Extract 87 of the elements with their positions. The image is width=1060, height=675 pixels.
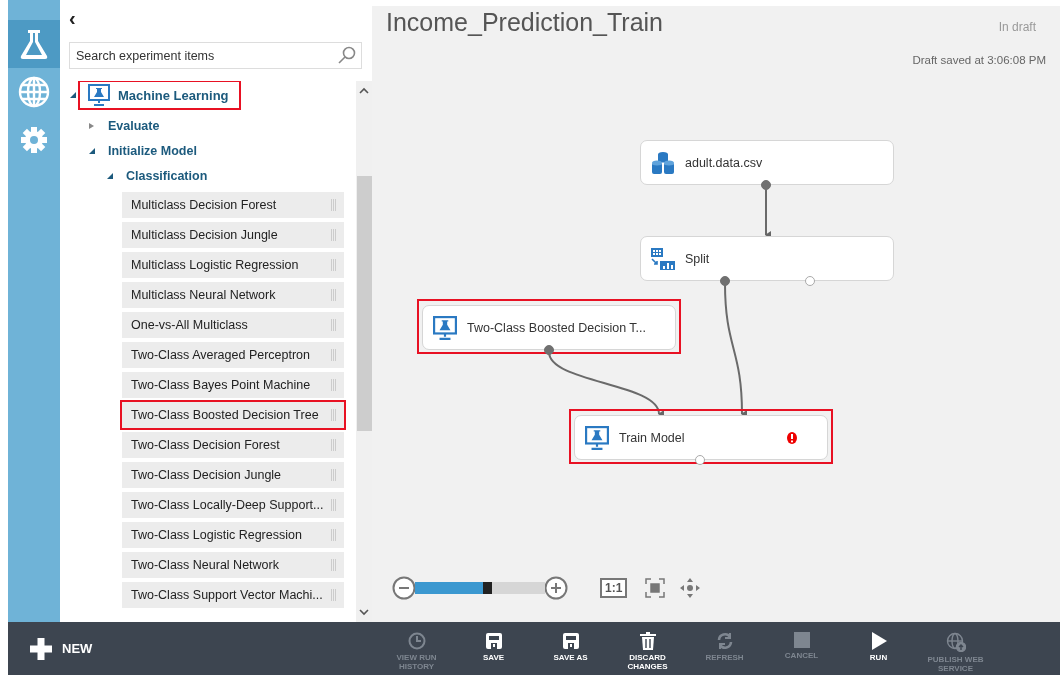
output-port[interactable] bbox=[761, 180, 771, 190]
drag-grip-icon bbox=[331, 469, 336, 481]
toolbar-button[interactable]: DISCARD CHANGES bbox=[609, 622, 686, 675]
drag-grip-icon bbox=[331, 199, 336, 211]
module-item[interactable]: Two-Class Bayes Point Machine bbox=[122, 372, 344, 398]
drag-grip-icon bbox=[331, 319, 336, 331]
zoom-in-button[interactable] bbox=[544, 576, 568, 600]
saved-time: Draft saved at 3:06:08 PM bbox=[912, 54, 1046, 66]
flask-icon bbox=[19, 28, 49, 60]
node-label: Train Model bbox=[619, 430, 685, 445]
module-item[interactable]: Two-Class Decision Jungle bbox=[122, 462, 344, 488]
globe-icon bbox=[18, 76, 50, 108]
drag-grip-icon bbox=[331, 589, 336, 601]
module-node[interactable]: adult.data.csv bbox=[640, 140, 894, 185]
expand-arrow-icon[interactable] bbox=[70, 92, 76, 98]
category-label[interactable]: Evaluate bbox=[108, 118, 160, 133]
node-label: Two-Class Boosted Decision T... bbox=[467, 320, 646, 335]
drag-grip-icon bbox=[331, 529, 336, 541]
output-port[interactable] bbox=[544, 345, 554, 355]
category-label[interactable]: Classification bbox=[126, 168, 208, 183]
scroll-down-icon[interactable] bbox=[359, 609, 369, 616]
drag-grip-icon bbox=[331, 259, 336, 271]
new-button[interactable]: NEW bbox=[8, 637, 378, 660]
experiment-title: Income_Prediction_Train bbox=[386, 8, 663, 37]
module-item[interactable]: Two-Class Decision Forest bbox=[122, 432, 344, 458]
toolbar-button[interactable]: RUN bbox=[840, 622, 917, 675]
module-item[interactable]: Multiclass Decision Forest bbox=[122, 192, 344, 218]
clock-icon bbox=[407, 632, 426, 650]
monitor-flask-icon bbox=[433, 315, 457, 340]
scroll-up-icon[interactable] bbox=[359, 87, 369, 94]
zoom-slider[interactable] bbox=[415, 582, 545, 594]
node-label: Split bbox=[685, 251, 710, 266]
nav-item[interactable] bbox=[8, 20, 60, 68]
scrollbar[interactable] bbox=[356, 81, 372, 622]
expand-arrow-icon[interactable] bbox=[89, 122, 95, 129]
drag-grip-icon bbox=[331, 289, 336, 301]
module-item[interactable]: Multiclass Neural Network bbox=[122, 282, 344, 308]
module-item[interactable]: Two-Class Neural Network bbox=[122, 552, 344, 578]
split-grid-icon bbox=[651, 247, 675, 270]
output-port[interactable] bbox=[720, 276, 730, 286]
globe-upload-icon bbox=[945, 632, 966, 652]
zoom-thumb[interactable] bbox=[482, 582, 492, 594]
drag-grip-icon bbox=[331, 349, 336, 361]
scroll-thumb[interactable] bbox=[356, 176, 372, 431]
drag-grip-icon bbox=[331, 499, 336, 511]
pan-icon[interactable] bbox=[680, 578, 701, 598]
category-label[interactable]: Initialize Model bbox=[108, 143, 197, 158]
play-icon bbox=[870, 632, 887, 650]
plus-icon bbox=[30, 637, 52, 660]
node-label: adult.data.csv bbox=[685, 155, 763, 170]
module-item[interactable]: Two-Class Logistic Regression bbox=[122, 522, 344, 548]
output-port[interactable] bbox=[695, 455, 705, 465]
stop-icon bbox=[793, 632, 810, 648]
monitor-flask-icon bbox=[585, 425, 609, 450]
module-item[interactable]: Multiclass Logistic Regression bbox=[122, 252, 344, 278]
collapse-button[interactable]: ‹ bbox=[69, 8, 76, 28]
module-item[interactable]: Multiclass Decision Jungle bbox=[122, 222, 344, 248]
drag-grip-icon bbox=[331, 229, 336, 241]
expand-arrow-icon[interactable] bbox=[107, 172, 113, 179]
module-node[interactable]: Split bbox=[640, 236, 894, 281]
drag-grip-icon bbox=[331, 439, 336, 451]
drag-grip-icon bbox=[331, 409, 336, 421]
search-field[interactable]: Search experiment items bbox=[69, 42, 362, 69]
toolbar-button[interactable]: SAVE AS bbox=[532, 622, 609, 675]
expand-arrow-icon[interactable] bbox=[89, 147, 95, 154]
trash-icon bbox=[639, 632, 656, 650]
drag-grip-icon bbox=[331, 559, 336, 571]
module-item[interactable]: One-vs-All Multiclass bbox=[122, 312, 344, 338]
drag-grip-icon bbox=[331, 379, 336, 391]
save-icon bbox=[561, 632, 580, 650]
category-label[interactable]: Machine Learning bbox=[118, 87, 229, 103]
database-icon bbox=[651, 150, 675, 175]
module-item[interactable]: Two-Class Locally-Deep Support... bbox=[122, 492, 344, 518]
actual-size-button[interactable]: 1:1 bbox=[600, 578, 628, 598]
toolbar-button[interactable]: SAVE bbox=[455, 622, 532, 675]
module-node[interactable]: Two-Class Boosted Decision T... bbox=[422, 305, 676, 350]
fit-screen-icon[interactable] bbox=[645, 578, 666, 598]
monitor-flask-icon bbox=[88, 84, 110, 106]
module-node[interactable]: Train Model bbox=[574, 415, 828, 460]
module-item[interactable]: Two-Class Averaged Perceptron bbox=[122, 342, 344, 368]
refresh-icon bbox=[715, 632, 734, 650]
module-item[interactable]: Two-Class Support Vector Machi... bbox=[122, 582, 344, 608]
draft-status: In draft bbox=[998, 20, 1036, 34]
save-icon bbox=[484, 632, 503, 650]
search-icon bbox=[338, 46, 356, 64]
zoom-out-button[interactable] bbox=[392, 576, 416, 600]
module-item[interactable]: Two-Class Boosted Decision Tree bbox=[122, 402, 344, 428]
